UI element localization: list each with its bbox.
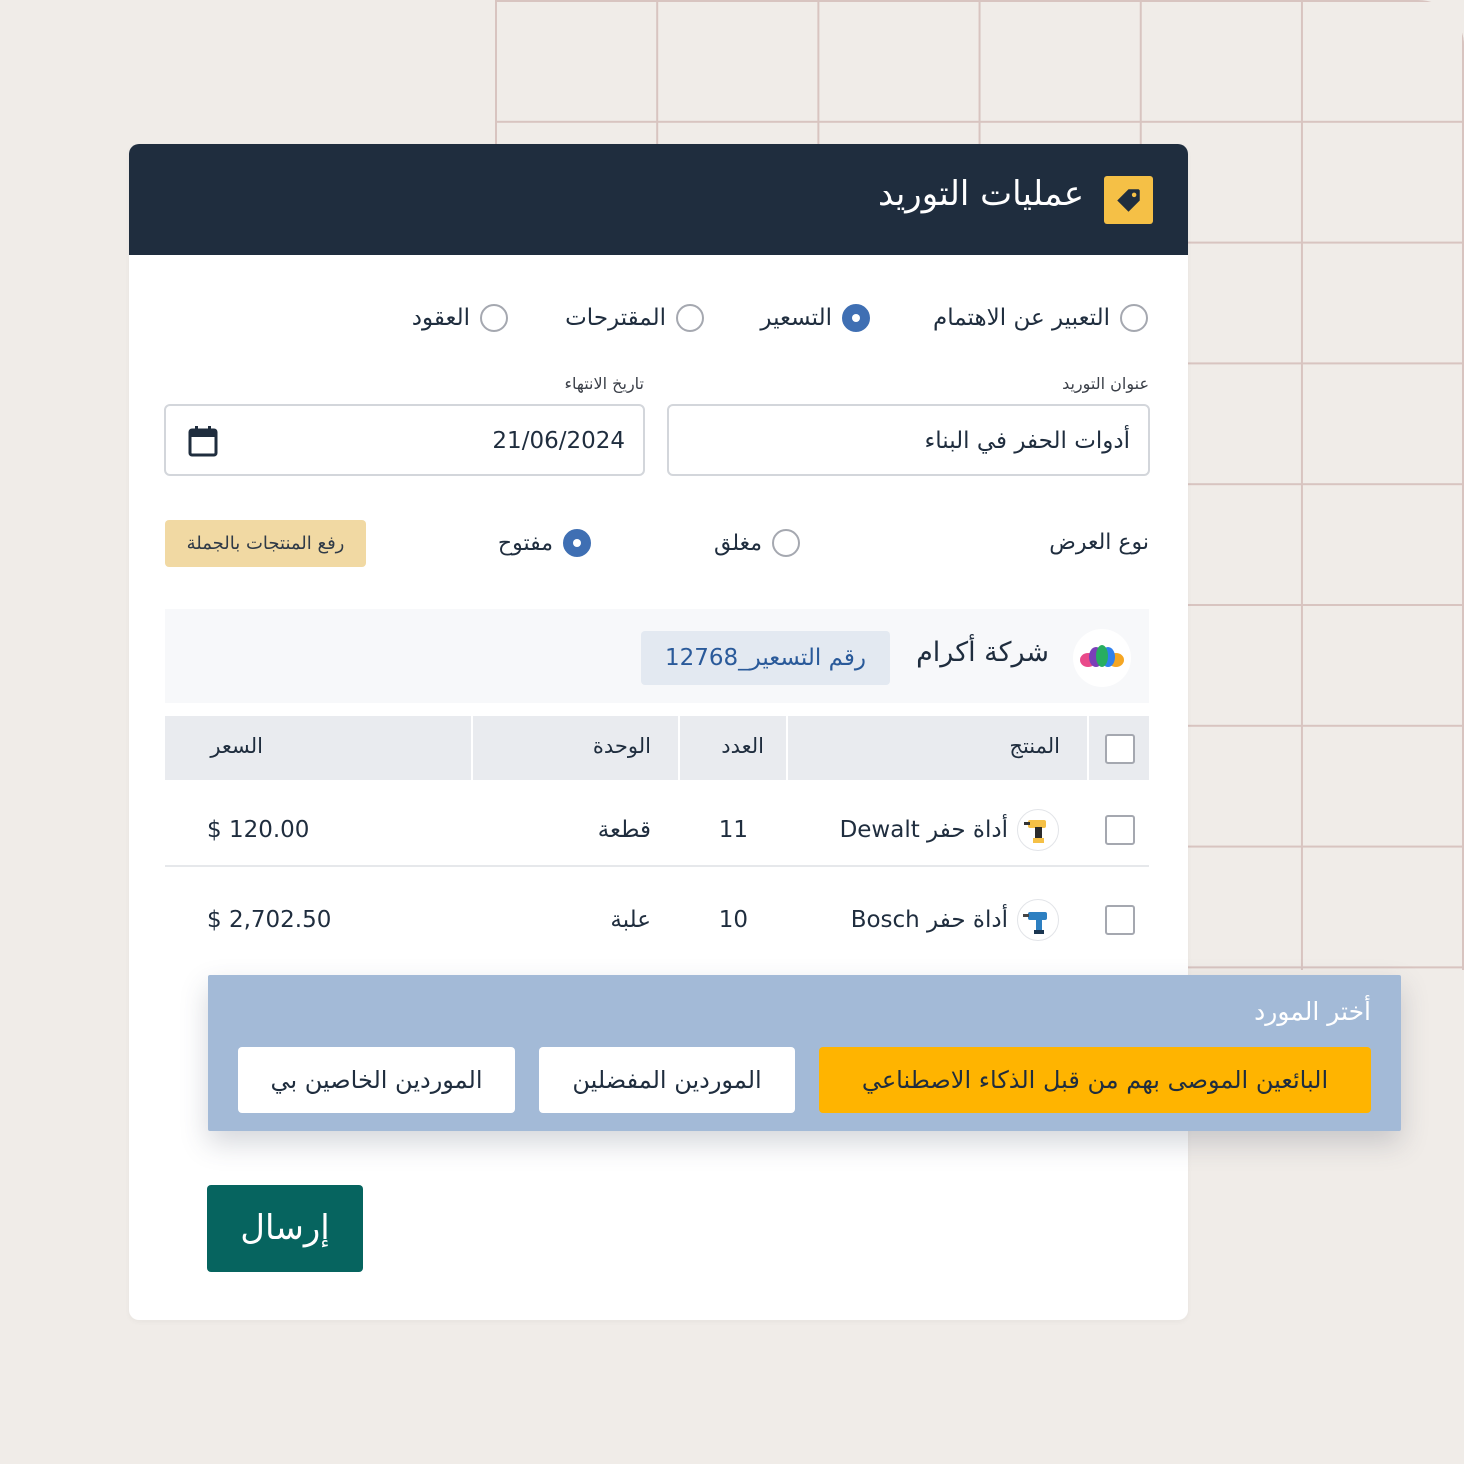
vendor-bar: شركة أكرام رقم التسعير_12768 — [165, 609, 1149, 703]
supplier-selection-panel: أختر المورد البائعين الموصى بهم من قبل ا… — [208, 975, 1401, 1131]
column-header-label: الوحدة — [592, 734, 651, 758]
column-header-product: المنتج — [788, 716, 1087, 780]
ai-recommended-suppliers-button[interactable]: البائعين الموصى بهم من قبل الذكاء الاصطن… — [819, 1047, 1371, 1113]
radio-label: التسعير — [760, 305, 832, 331]
radio-circle[interactable] — [772, 529, 800, 557]
expiry-date-label: تاريخ الانتهاء — [564, 374, 644, 393]
column-header-label: المنتج — [1009, 734, 1060, 758]
radio-circle[interactable] — [676, 304, 704, 332]
drill-icon — [1017, 899, 1059, 941]
procurement-title-value: أدوات الحفر في البناء — [924, 428, 1130, 454]
radio-offer-open[interactable]: مفتوح — [498, 529, 591, 557]
procurement-type-group: التعبير عن الاهتمام التسعير المقترحات ال… — [129, 304, 1188, 344]
row-checkbox[interactable] — [1105, 905, 1135, 935]
column-header-unit: الوحدة — [473, 716, 678, 780]
radio-label: مغلق — [713, 530, 762, 556]
expiry-date-input[interactable]: 21/06/2024 — [164, 404, 645, 476]
column-header-price: السعر — [165, 716, 471, 780]
card-header: عمليات التوريد — [129, 144, 1188, 255]
page-title: عمليات التوريد — [878, 174, 1084, 214]
radio-label: التعبير عن الاهتمام — [933, 305, 1110, 331]
product-name: أداة حفر Dewalt — [839, 817, 1008, 843]
unit: قطعة — [597, 817, 651, 843]
bulk-upload-button[interactable]: رفع المنتجات بالجملة — [165, 520, 366, 567]
procurement-title-input[interactable]: أدوات الحفر في البناء — [667, 404, 1150, 476]
quote-reference-badge: رقم التسعير_12768 — [641, 631, 890, 685]
tag-icon — [1104, 176, 1153, 224]
radio-circle[interactable] — [480, 304, 508, 332]
my-suppliers-button[interactable]: الموردين الخاصين بي — [238, 1047, 515, 1113]
product-name: أداة حفر Bosch — [850, 907, 1008, 933]
radio-contracts[interactable]: العقود — [412, 304, 508, 332]
table-row: أداة حفر Bosch 10 علبة $ 2,702.50 — [165, 875, 1149, 965]
column-header-qty: العدد — [680, 716, 786, 780]
calendar-icon[interactable] — [188, 425, 218, 463]
procurement-card: عمليات التوريد التعبير عن الاهتمام التسع… — [129, 144, 1188, 1320]
radio-circle[interactable] — [1120, 304, 1148, 332]
radio-pricing[interactable]: التسعير — [760, 304, 870, 332]
column-header-label: السعر — [210, 734, 263, 758]
table-row: أداة حفر Dewalt 11 قطعة $ 120.00 — [165, 785, 1149, 875]
vendor-name: شركة أكرام — [916, 637, 1049, 668]
column-header-label: العدد — [721, 734, 764, 758]
vendor-logo-icon — [1073, 629, 1131, 687]
row-divider — [165, 865, 1149, 867]
radio-circle-selected[interactable] — [563, 529, 591, 557]
quantity: 10 — [718, 907, 748, 933]
select-all-checkbox[interactable] — [1105, 734, 1135, 764]
radio-expression-of-interest[interactable]: التعبير عن الاهتمام — [933, 304, 1148, 332]
submit-button[interactable]: إرسال — [207, 1185, 363, 1272]
preferred-suppliers-button[interactable]: الموردين المفضلين — [539, 1047, 795, 1113]
radio-circle-selected[interactable] — [842, 304, 870, 332]
table-header: المنتج العدد الوحدة السعر — [165, 716, 1149, 780]
page-background: عمليات التوريد التعبير عن الاهتمام التسع… — [0, 0, 1464, 1464]
procurement-title-label: عنوان التوريد — [1062, 374, 1149, 393]
price: $ 2,702.50 — [207, 907, 332, 933]
quantity: 11 — [718, 817, 748, 843]
radio-proposals[interactable]: المقترحات — [565, 304, 704, 332]
radio-label: مفتوح — [497, 530, 553, 556]
price: $ 120.00 — [207, 817, 310, 843]
offer-type-label: نوع العرض — [1049, 530, 1149, 555]
supplier-panel-title: أختر المورد — [1254, 997, 1371, 1026]
unit: علبة — [610, 907, 651, 933]
expiry-date-value: 21/06/2024 — [492, 428, 625, 454]
radio-offer-closed[interactable]: مغلق — [714, 529, 800, 557]
radio-label: المقترحات — [565, 305, 666, 331]
header-checkbox-cell — [1089, 716, 1149, 780]
row-checkbox[interactable] — [1105, 815, 1135, 845]
drill-icon — [1017, 809, 1059, 851]
radio-label: العقود — [411, 305, 470, 331]
